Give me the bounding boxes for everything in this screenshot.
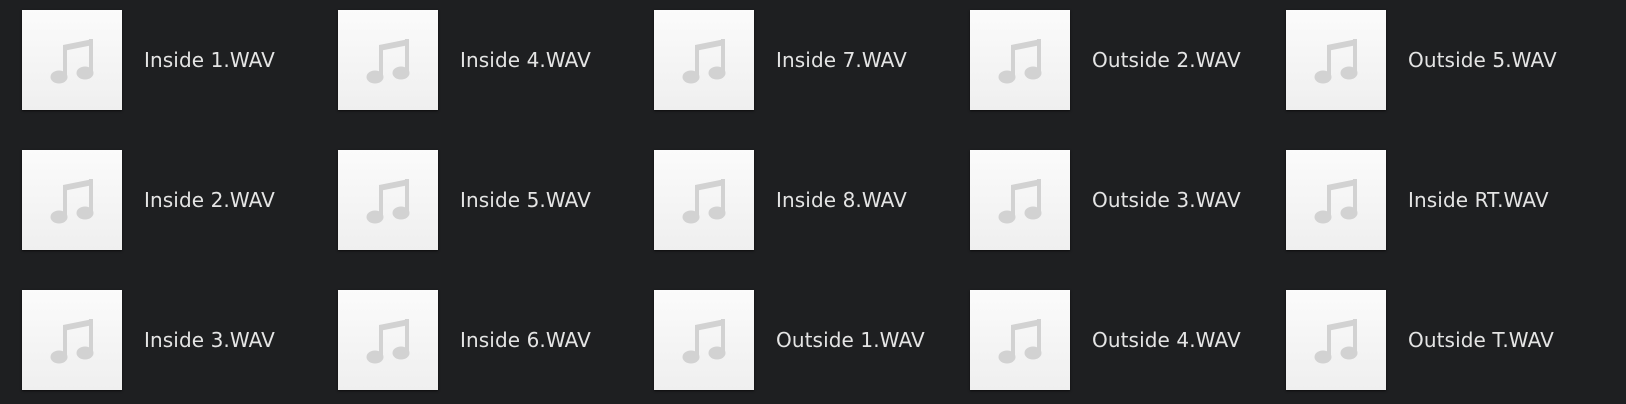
file-grid: Inside 1.WAV Inside 4.WAV Inside 7.WAV O… xyxy=(0,0,1626,404)
file-name[interactable]: Inside 7.WAV xyxy=(776,48,907,72)
audio-file-thumbnail[interactable] xyxy=(338,290,438,390)
music-note-icon xyxy=(998,319,1042,364)
file-name[interactable]: Outside 3.WAV xyxy=(1092,188,1241,212)
music-note-icon xyxy=(50,179,94,224)
file-name[interactable]: Inside 6.WAV xyxy=(460,328,591,352)
file-item[interactable]: Outside 5.WAV xyxy=(1286,10,1557,110)
audio-file-thumbnail[interactable] xyxy=(338,10,438,110)
file-item[interactable]: Inside 8.WAV xyxy=(654,150,907,250)
music-note-icon xyxy=(1314,39,1358,84)
file-item[interactable]: Inside 7.WAV xyxy=(654,10,907,110)
audio-file-thumbnail[interactable] xyxy=(338,150,438,250)
audio-file-thumbnail[interactable] xyxy=(22,10,122,110)
music-note-icon xyxy=(50,319,94,364)
file-item[interactable]: Inside 1.WAV xyxy=(22,10,275,110)
music-note-icon xyxy=(682,179,726,224)
music-note-icon xyxy=(998,179,1042,224)
audio-file-thumbnail[interactable] xyxy=(22,290,122,390)
audio-file-thumbnail[interactable] xyxy=(970,10,1070,110)
audio-file-thumbnail[interactable] xyxy=(654,10,754,110)
music-note-icon xyxy=(366,179,410,224)
music-note-icon xyxy=(998,39,1042,84)
file-name[interactable]: Inside 3.WAV xyxy=(144,328,275,352)
music-note-icon xyxy=(682,39,726,84)
file-item[interactable]: Outside 3.WAV xyxy=(970,150,1241,250)
file-item[interactable]: Outside T.WAV xyxy=(1286,290,1554,390)
file-item[interactable]: Inside 3.WAV xyxy=(22,290,275,390)
music-note-icon xyxy=(366,39,410,84)
file-name[interactable]: Inside 1.WAV xyxy=(144,48,275,72)
file-name[interactable]: Outside 1.WAV xyxy=(776,328,925,352)
audio-file-thumbnail[interactable] xyxy=(654,150,754,250)
file-item[interactable]: Inside RT.WAV xyxy=(1286,150,1549,250)
music-note-icon xyxy=(1314,319,1358,364)
music-note-icon xyxy=(682,319,726,364)
file-name[interactable]: Inside 4.WAV xyxy=(460,48,591,72)
audio-file-thumbnail[interactable] xyxy=(1286,10,1386,110)
file-name[interactable]: Outside 5.WAV xyxy=(1408,48,1557,72)
file-name[interactable]: Outside 4.WAV xyxy=(1092,328,1241,352)
file-item[interactable]: Inside 5.WAV xyxy=(338,150,591,250)
file-name[interactable]: Outside 2.WAV xyxy=(1092,48,1241,72)
file-name[interactable]: Inside 2.WAV xyxy=(144,188,275,212)
audio-file-thumbnail[interactable] xyxy=(1286,150,1386,250)
file-item[interactable]: Outside 2.WAV xyxy=(970,10,1241,110)
file-name[interactable]: Inside 5.WAV xyxy=(460,188,591,212)
music-note-icon xyxy=(50,39,94,84)
audio-file-thumbnail[interactable] xyxy=(654,290,754,390)
file-item[interactable]: Inside 2.WAV xyxy=(22,150,275,250)
file-name[interactable]: Inside 8.WAV xyxy=(776,188,907,212)
music-note-icon xyxy=(366,319,410,364)
audio-file-thumbnail[interactable] xyxy=(970,150,1070,250)
file-name[interactable]: Inside RT.WAV xyxy=(1408,188,1549,212)
file-item[interactable]: Inside 6.WAV xyxy=(338,290,591,390)
audio-file-thumbnail[interactable] xyxy=(22,150,122,250)
file-item[interactable]: Inside 4.WAV xyxy=(338,10,591,110)
music-note-icon xyxy=(1314,179,1358,224)
audio-file-thumbnail[interactable] xyxy=(1286,290,1386,390)
audio-file-thumbnail[interactable] xyxy=(970,290,1070,390)
file-item[interactable]: Outside 1.WAV xyxy=(654,290,925,390)
file-name[interactable]: Outside T.WAV xyxy=(1408,328,1554,352)
file-item[interactable]: Outside 4.WAV xyxy=(970,290,1241,390)
